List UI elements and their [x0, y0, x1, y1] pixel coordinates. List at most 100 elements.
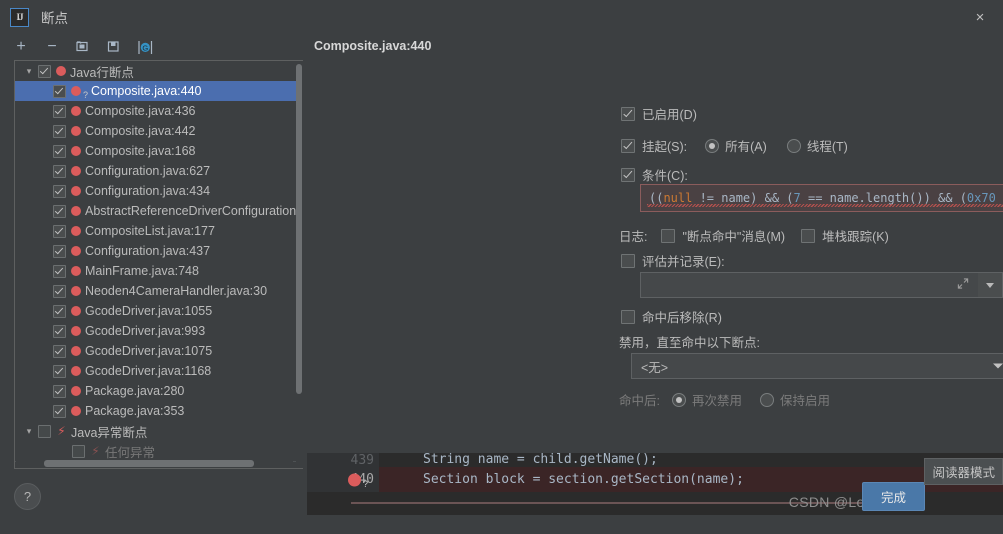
item-checkbox[interactable] — [53, 404, 66, 418]
tree-item-selected[interactable]: ? Composite.java:440 — [15, 81, 296, 101]
evaluate-checkbox[interactable] — [621, 253, 635, 268]
condition-option[interactable]: 条件(C): — [621, 165, 688, 184]
move-to-group-button[interactable] — [74, 38, 92, 56]
tree-vertical-scrollbar[interactable] — [296, 62, 302, 456]
item-checkbox[interactable] — [53, 164, 66, 178]
tree-item[interactable]: GcodeDriver.java:993 — [15, 321, 296, 341]
remove-breakpoint-button[interactable]: − — [43, 38, 61, 56]
enabled-checkbox[interactable] — [621, 106, 635, 121]
tree-item[interactable]: GcodeDriver.java:1075 — [15, 341, 296, 361]
suspend-option[interactable]: 挂起(S): 所有(A) 线程(T) — [621, 136, 848, 155]
tree-horizontal-scrollbar[interactable] — [16, 460, 293, 467]
suspend-thread-label: 线程(T) — [806, 140, 848, 154]
close-icon[interactable]: × — [957, 0, 1003, 34]
minus-icon: − — [47, 38, 57, 55]
tree-item[interactable]: Configuration.java:437 — [15, 241, 296, 261]
suspend-all-radio-group[interactable]: 所有(A) — [705, 136, 767, 155]
evaluate-input[interactable] — [640, 272, 978, 298]
breakpoints-toolbar: + − G — [0, 34, 303, 60]
tree-item[interactable]: Neoden4CameraHandler.java:30 — [15, 281, 296, 301]
red-dot-icon — [71, 366, 81, 376]
tree-item-label: Configuration.java:437 — [85, 244, 211, 258]
leave-enabled-radio[interactable] — [760, 392, 774, 407]
tree-item[interactable]: Package.java:280 — [15, 381, 296, 401]
log-stacktrace-checkbox[interactable] — [801, 228, 816, 243]
done-button[interactable]: 完成 — [861, 482, 925, 511]
group-checkbox[interactable] — [38, 64, 51, 78]
item-checkbox[interactable] — [53, 284, 66, 298]
red-dot-icon — [71, 206, 81, 216]
evaluate-and-log-option[interactable]: 评估并记录(E): — [621, 251, 725, 270]
tree-item[interactable]: MainFrame.java:748 — [15, 261, 296, 281]
tree-group-java-line-breakpoints[interactable]: ▾ Java行断点 — [15, 61, 296, 81]
after-hit-disable-again-option[interactable]: 再次禁用 — [671, 390, 742, 409]
red-dot-icon — [71, 166, 81, 176]
condition-checkbox[interactable] — [621, 167, 635, 182]
red-dot-icon — [71, 146, 81, 156]
suspend-thread-radio-group[interactable]: 线程(T) — [786, 136, 848, 155]
item-checkbox[interactable] — [53, 344, 66, 358]
item-checkbox[interactable] — [53, 184, 66, 198]
item-checkbox[interactable] — [53, 364, 66, 378]
enabled-option[interactable]: 已启用(D) — [621, 104, 697, 123]
disable-until-combobox[interactable]: <无> — [631, 353, 1003, 379]
folder-icon — [75, 41, 88, 52]
log-message-checkbox[interactable] — [661, 228, 676, 243]
red-dot-icon — [71, 186, 81, 196]
item-checkbox[interactable] — [72, 444, 85, 458]
item-checkbox[interactable] — [53, 244, 66, 258]
tree-item[interactable]: Composite.java:442 — [15, 121, 296, 141]
condition-input[interactable]: ((null != name) && (7 == name.length()) … — [640, 184, 1003, 212]
suspend-all-radio[interactable] — [705, 138, 720, 153]
item-checkbox[interactable] — [53, 204, 66, 218]
item-checkbox[interactable] — [53, 104, 66, 118]
item-checkbox[interactable] — [53, 224, 66, 238]
remove-once-hit-option[interactable]: 命中后移除(R) — [621, 307, 722, 326]
item-checkbox[interactable] — [53, 124, 66, 138]
breakpoints-tree[interactable]: ▾ Java行断点 ? Composite.java:440 Composite… — [15, 61, 296, 462]
evaluate-label: 评估并记录(E): — [642, 255, 725, 269]
tree-item[interactable]: Composite.java:168 — [15, 141, 296, 161]
add-breakpoint-button[interactable]: + — [12, 38, 30, 56]
tree-item-any-exception[interactable]: ⚡ 任何异常 — [15, 441, 296, 461]
item-checkbox[interactable] — [53, 84, 66, 98]
tree-item[interactable]: GcodeDriver.java:1168 — [15, 361, 296, 381]
red-dot-icon — [71, 246, 81, 256]
tree-item-label: Configuration.java:627 — [85, 164, 211, 178]
item-checkbox[interactable] — [53, 144, 66, 158]
remove-once-hit-checkbox[interactable] — [621, 309, 635, 324]
tree-item[interactable]: Configuration.java:434 — [15, 181, 296, 201]
after-hit-leave-enabled-option[interactable]: 保持启用 — [760, 390, 830, 409]
tree-item-label: Composite.java:442 — [85, 124, 196, 138]
tree-item[interactable]: Composite.java:436 — [15, 101, 296, 121]
evaluate-history-dropdown[interactable] — [978, 272, 1003, 298]
dialog-body: + − G ▾ Java行断点 ? Composite.java:440 Com… — [0, 34, 1003, 519]
tree-item[interactable]: Package.java:353 — [15, 401, 296, 421]
tree-item-label: MainFrame.java:748 — [85, 264, 199, 278]
item-checkbox[interactable] — [53, 304, 66, 318]
remove-once-hit-label: 命中后移除(R) — [642, 311, 722, 325]
group-checkbox[interactable] — [38, 424, 51, 438]
tree-item[interactable]: AbstractReferenceDriverConfigurationWi — [15, 201, 296, 221]
tree-item[interactable]: GcodeDriver.java:1055 — [15, 301, 296, 321]
suspend-checkbox[interactable] — [621, 138, 635, 153]
expand-arrows-icon[interactable] — [957, 278, 969, 293]
mute-breakpoints-button[interactable]: G — [136, 38, 154, 56]
tree-item[interactable]: CompositeList.java:177 — [15, 221, 296, 241]
item-checkbox[interactable] — [53, 384, 66, 398]
red-dot-icon — [71, 126, 81, 136]
item-checkbox[interactable] — [53, 264, 66, 278]
save-breakpoint-button[interactable] — [105, 38, 123, 56]
tree-item-label: Package.java:353 — [85, 404, 185, 418]
tree-item[interactable]: Configuration.java:627 — [15, 161, 296, 181]
tree-group-java-exception-breakpoints[interactable]: ▾ ⚡ Java异常断点 — [15, 421, 296, 441]
disable-again-radio[interactable] — [671, 392, 686, 407]
log-options-row: 日志: "断点命中"消息(M) 堆栈跟踪(K) — [619, 226, 889, 245]
log-label: 日志: — [619, 230, 648, 244]
chevron-down-icon[interactable]: ▾ — [22, 66, 36, 77]
suspend-thread-radio[interactable] — [786, 138, 801, 153]
red-dot-icon — [71, 106, 81, 116]
chevron-down-icon[interactable]: ▾ — [22, 426, 36, 437]
item-checkbox[interactable] — [53, 324, 66, 338]
dialog-footer: CSDN @LostSpeed 完成 — [0, 481, 1003, 519]
